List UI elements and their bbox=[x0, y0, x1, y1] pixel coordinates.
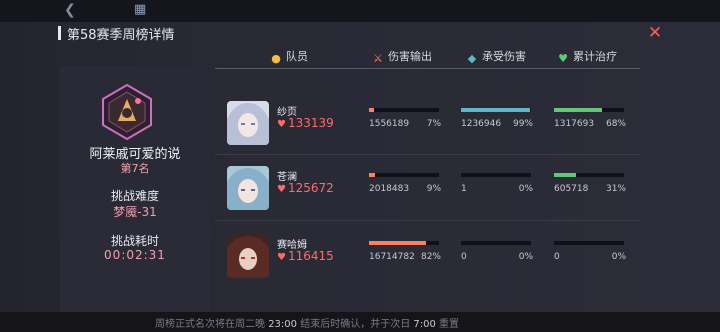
sword-icon: ⚔ bbox=[373, 52, 383, 65]
notice-part: 周榜正式名次将在周二晚 bbox=[155, 319, 265, 330]
taken-value: 1 bbox=[461, 184, 467, 194]
row-divider bbox=[215, 154, 640, 155]
heart-icon: ♥ bbox=[558, 52, 568, 65]
heal-bar bbox=[554, 108, 624, 112]
column-header-damage: ⚔ 伤害输出 bbox=[372, 48, 432, 65]
top-bar: ❮ ▦ bbox=[0, 0, 720, 22]
back-icon[interactable]: ❮ bbox=[64, 2, 82, 18]
heal-bar bbox=[554, 241, 624, 245]
member-row[interactable]: 苍澜 ♥ 125672 2018483 9% 1 0% 605718 31% bbox=[215, 160, 640, 218]
taken-bar-fill bbox=[461, 108, 531, 112]
member-score: ♥ 133139 bbox=[277, 116, 334, 130]
panel-title: 第58赛季周榜详情 bbox=[67, 28, 175, 43]
column-header-heal: ♥ 累计治疗 bbox=[557, 48, 617, 65]
heal-pct: 0% bbox=[611, 252, 626, 262]
damage-value: 16714782 bbox=[369, 252, 415, 262]
difficulty-label: 挑战难度 bbox=[110, 189, 159, 203]
title-accent bbox=[58, 26, 61, 40]
notice-part: 重置 bbox=[439, 319, 460, 330]
player-rank: 第7名 bbox=[120, 162, 150, 175]
member-score-value: 125672 bbox=[287, 181, 334, 195]
member-score-value: 116415 bbox=[287, 249, 334, 263]
taken-pct: 0% bbox=[518, 184, 533, 194]
damage-pct: 7% bbox=[426, 119, 441, 129]
heal-bar-fill bbox=[554, 108, 602, 112]
member-score-value: 133139 bbox=[287, 116, 334, 130]
heal-bar-fill bbox=[554, 173, 576, 177]
member-avatar bbox=[227, 166, 269, 210]
notice-part: 结束后时确认，并于次日 bbox=[300, 319, 411, 330]
taken-pct: 0% bbox=[518, 252, 533, 262]
heal-value: 1317693 bbox=[554, 119, 595, 129]
shield-icon: ◆ bbox=[467, 52, 477, 65]
member-header-label: 队员 bbox=[286, 50, 308, 63]
taken-pct: 99% bbox=[512, 119, 533, 129]
time-label: 挑战耗时 bbox=[110, 234, 159, 248]
heal-header-label: 累计治疗 bbox=[573, 50, 617, 63]
notice-time: 23:00 bbox=[268, 319, 298, 330]
player-emblem-icon bbox=[98, 83, 156, 141]
member-row[interactable]: 赛哈姆 ♥ 116415 16714782 82% 0 0% 0 0% bbox=[215, 228, 640, 286]
taken-bar bbox=[461, 108, 531, 112]
damage-value: 2018483 bbox=[369, 184, 410, 194]
time-value: 00:02:31 bbox=[104, 248, 166, 262]
heal-value: 0 bbox=[554, 252, 560, 262]
taken-header-label: 承受伤害 bbox=[482, 50, 526, 63]
member-icon: ● bbox=[271, 52, 281, 65]
heal-value: 605718 bbox=[554, 184, 589, 194]
member-score: ♥ 125672 bbox=[277, 181, 334, 195]
taken-value: 1236946 bbox=[461, 119, 502, 129]
taken-value: 0 bbox=[461, 252, 467, 262]
column-header-taken: ◆ 承受伤害 bbox=[466, 48, 526, 65]
damage-bar-fill bbox=[369, 108, 374, 112]
row-divider bbox=[215, 220, 640, 221]
notice-time: 7:00 bbox=[413, 319, 436, 330]
heal-pct: 31% bbox=[605, 184, 626, 194]
damage-bar bbox=[369, 173, 439, 177]
column-header-member: ● 队员 bbox=[270, 48, 308, 65]
taken-bar bbox=[461, 173, 531, 177]
reset-notice: 周榜正式名次将在周二晚 23:00 结束后时确认，并于次日 7:00 重置 bbox=[155, 315, 459, 330]
member-avatar bbox=[227, 234, 269, 278]
member-avatar bbox=[227, 101, 269, 145]
heal-bar bbox=[554, 173, 624, 177]
score-icon: ♥ bbox=[277, 119, 286, 130]
damage-bar bbox=[369, 108, 439, 112]
damage-bar-fill bbox=[369, 173, 376, 177]
header-divider bbox=[215, 68, 640, 69]
damage-bar bbox=[369, 241, 439, 245]
score-icon: ♥ bbox=[277, 184, 286, 195]
heal-pct: 68% bbox=[605, 119, 626, 129]
taken-bar bbox=[461, 241, 531, 245]
building-icon[interactable]: ▦ bbox=[134, 2, 154, 18]
damage-pct: 82% bbox=[420, 252, 441, 262]
member-score: ♥ 116415 bbox=[277, 249, 334, 263]
close-icon[interactable]: ✕ bbox=[645, 23, 665, 43]
damage-value: 1556189 bbox=[369, 119, 410, 129]
damage-pct: 9% bbox=[426, 184, 441, 194]
member-row[interactable]: 纱页 ♥ 133139 1556189 7% 1236946 99% 131769… bbox=[215, 95, 640, 153]
score-icon: ♥ bbox=[277, 252, 286, 263]
damage-bar-fill bbox=[369, 241, 427, 245]
difficulty-value: 梦魇-31 bbox=[113, 205, 157, 219]
damage-header-label: 伤害输出 bbox=[388, 50, 432, 63]
